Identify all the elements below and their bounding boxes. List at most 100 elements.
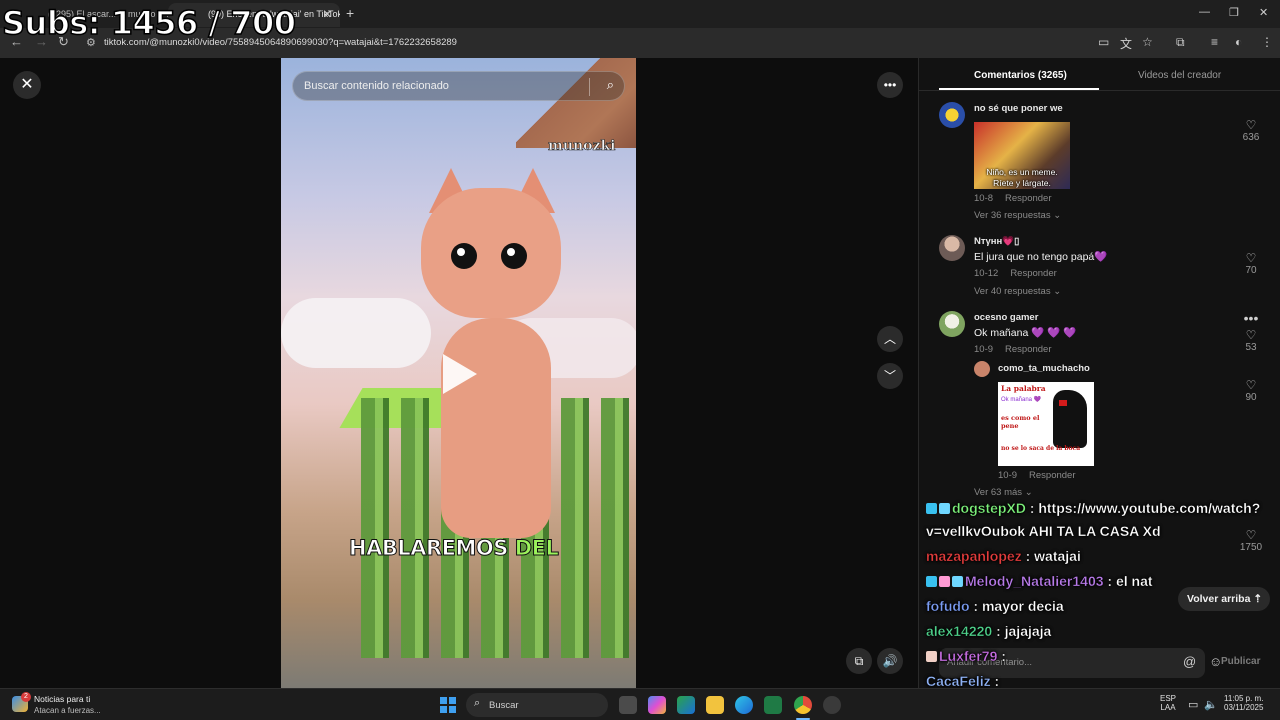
avatar[interactable]: [939, 235, 965, 261]
comment-username[interactable]: como_ta_muchacho: [998, 363, 1090, 374]
volume-icon[interactable]: 🔊: [877, 648, 903, 674]
heart-icon: ♡: [1245, 251, 1257, 265]
more-options-icon[interactable]: •••: [877, 72, 903, 98]
chat-message: mazapanlopez : watajai: [926, 548, 1081, 564]
like-button[interactable]: ♡ 90: [1236, 378, 1266, 403]
minimize-icon[interactable]: —: [1199, 6, 1210, 18]
publish-button[interactable]: Publicar: [1221, 656, 1260, 667]
chat-text: : https://www.youtube.com/watch?: [1029, 500, 1261, 516]
avatar[interactable]: [974, 361, 990, 377]
comment-image[interactable]: La palabra Ok mañana 💜 es como el pene n…: [998, 382, 1094, 466]
comment-meta: 10-12 Responder: [974, 268, 1057, 279]
video-cat-figure: [401, 168, 571, 538]
chat-badge-icon: [926, 651, 937, 662]
like-button[interactable]: ♡ 70: [1236, 251, 1266, 276]
tab-comments[interactable]: Comentarios (3265): [974, 70, 1067, 81]
news-badge: 2: [21, 692, 31, 702]
related-search-input[interactable]: Buscar contenido relacionado ⌕: [292, 71, 625, 101]
taskbar-search[interactable]: ⌕ Buscar: [466, 693, 608, 717]
video-watermark: munozki: [548, 138, 616, 155]
tab-creator-videos[interactable]: Videos del creador: [1138, 70, 1221, 81]
comment-image[interactable]: Niño, es un meme. Ríete y lárgate.: [974, 122, 1070, 189]
chat-badge-icon: [952, 576, 963, 587]
chat-text: : el nat: [1107, 573, 1153, 589]
edge-icon[interactable]: [735, 696, 753, 714]
task-view-icon[interactable]: [619, 696, 637, 714]
chat-username: alex14220: [926, 623, 993, 639]
cast-icon[interactable]: ▭: [1098, 35, 1109, 49]
close-icon[interactable]: ✕: [13, 71, 41, 99]
back-to-top-button[interactable]: Volver arriba ⇡: [1178, 587, 1270, 611]
chat-username: dogstepXD: [952, 500, 1026, 516]
search-icon[interactable]: ⌕: [607, 77, 614, 93]
chat-message: alex14220 : jajajaja: [926, 623, 1052, 639]
chat-badge-icon: [926, 503, 937, 514]
chat-text: : watajai: [1025, 548, 1081, 564]
view-replies-button[interactable]: Ver 36 respuestas ⌄: [974, 210, 1061, 221]
chat-text: : jajajaja: [996, 623, 1052, 639]
chat-message: Luxfer79 :: [926, 648, 1006, 664]
comment-meta: 10-8 Responder: [974, 193, 1052, 204]
view-replies-button[interactable]: Ver 40 respuestas ⌄: [974, 286, 1061, 297]
chat-username: fofudo: [926, 598, 970, 614]
chat-message: fofudo : mayor decia: [926, 598, 1064, 614]
reply-button[interactable]: Responder: [1005, 344, 1051, 355]
chrome-icon[interactable]: [794, 696, 812, 714]
start-icon[interactable]: [440, 697, 456, 713]
language-indicator[interactable]: ESP LAA: [1160, 694, 1176, 712]
copilot-icon[interactable]: [648, 696, 666, 714]
file-explorer-icon[interactable]: [706, 696, 724, 714]
comment-image-caption: Niño, es un meme. Ríete y lárgate.: [986, 167, 1058, 188]
heart-icon: ♡: [1245, 528, 1257, 542]
comment-username[interactable]: no sé que poner we: [974, 103, 1063, 114]
view-more-button[interactable]: Ver 63 más ⌄: [974, 487, 1033, 498]
network-icon[interactable]: ▭: [1188, 698, 1198, 711]
bookmark-star-icon[interactable]: ☆: [1142, 35, 1153, 49]
extensions-icon[interactable]: ⧉: [1176, 35, 1185, 50]
chat-badge-icon: [939, 503, 950, 514]
chat-username: mazapanlopez: [926, 548, 1022, 564]
reply-button[interactable]: Responder: [1010, 268, 1056, 279]
clock[interactable]: 11:05 p. m. 03/11/2025: [1224, 694, 1263, 712]
news-subtitle[interactable]: Atacan a fuerzas...: [34, 706, 101, 715]
close-icon[interactable]: ✕: [323, 8, 332, 21]
menu-icon[interactable]: ⋮: [1261, 35, 1273, 49]
translate-icon[interactable]: 文: [1120, 35, 1132, 52]
volume-icon[interactable]: 🔈: [1204, 698, 1218, 711]
comment-more-icon[interactable]: •••: [1236, 310, 1266, 326]
like-button[interactable]: ♡ 53: [1236, 328, 1266, 353]
floating-player-icon[interactable]: ⧉: [846, 648, 872, 674]
play-icon[interactable]: [443, 354, 477, 394]
restore-icon[interactable]: ❐: [1229, 6, 1239, 19]
shadow-character-image: [1053, 390, 1087, 448]
like-button[interactable]: ♡ 1750: [1236, 528, 1266, 553]
chat-username: Melody_Natalier1403: [965, 573, 1104, 589]
news-title[interactable]: Noticias para ti: [34, 694, 90, 704]
comment-meta: 10-9 Responder: [974, 344, 1052, 355]
chat-message: v=vellkvOubok AHI TA LA CASA Xd: [926, 523, 1161, 539]
windows-taskbar: 2 Noticias para ti Atacan a fuerzas... ⌕…: [0, 688, 1280, 720]
previous-video-icon[interactable]: ︿: [877, 326, 903, 352]
avatar[interactable]: [939, 311, 965, 337]
app-icon[interactable]: [823, 696, 841, 714]
video-player[interactable]: Buscar contenido relacionado ⌕ munozki H…: [281, 58, 636, 688]
comment-text: El jura que no tengo papá💜: [974, 251, 1108, 263]
profile-icon[interactable]: ◐: [1235, 35, 1242, 49]
media-icon[interactable]: ≡: [1211, 35, 1218, 49]
reply-button[interactable]: Responder: [1029, 470, 1075, 481]
new-tab-icon[interactable]: +: [346, 5, 354, 21]
comment-username[interactable]: ocesno gamer: [974, 312, 1038, 323]
heart-icon: ♡: [1245, 118, 1257, 132]
reply-button[interactable]: Responder: [1005, 193, 1051, 204]
heart-icon: ♡: [1245, 328, 1257, 342]
chat-username: CacaFeliz: [926, 673, 991, 689]
excel-icon[interactable]: [764, 696, 782, 714]
comment-username[interactable]: Nтγнн💗▯: [974, 236, 1019, 247]
next-video-icon[interactable]: ﹀: [877, 363, 903, 389]
stream-subs-overlay: Subs: 1456 / 700: [1, 3, 297, 43]
mention-icon[interactable]: @: [1183, 654, 1196, 669]
store-icon[interactable]: [677, 696, 695, 714]
like-button[interactable]: ♡ 636: [1236, 118, 1266, 143]
close-window-icon[interactable]: ✕: [1259, 6, 1268, 19]
avatar[interactable]: [939, 102, 965, 128]
